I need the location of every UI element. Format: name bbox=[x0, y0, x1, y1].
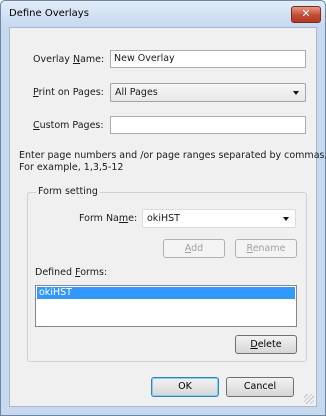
add-button[interactable]: Add bbox=[163, 239, 225, 258]
resize-grip-icon[interactable] bbox=[304, 394, 314, 404]
chevron-down-icon[interactable] bbox=[283, 217, 289, 221]
cancel-button[interactable]: Cancel bbox=[226, 377, 294, 397]
dialog-client-area: Overlay Name: New Overlay Print on Pages… bbox=[9, 27, 326, 407]
list-item[interactable]: okiHST bbox=[37, 287, 295, 299]
defined-forms-list[interactable]: okiHST bbox=[35, 285, 297, 327]
form-name-select[interactable]: okiHST bbox=[142, 209, 296, 228]
form-setting-group: Form setting Form Name: okiHST Add Renam… bbox=[27, 186, 307, 362]
delete-button[interactable]: Delete bbox=[235, 335, 297, 354]
chevron-down-icon bbox=[293, 91, 299, 95]
close-icon: ✕ bbox=[301, 7, 311, 20]
custom-pages-input[interactable] bbox=[110, 116, 306, 134]
window-title: Define Overlays bbox=[9, 8, 89, 19]
overlay-name-input[interactable]: New Overlay bbox=[110, 50, 306, 68]
defined-forms-label: Defined Forms: bbox=[35, 267, 108, 278]
custom-pages-label: Custom Pages: bbox=[33, 120, 104, 131]
ok-button[interactable]: OK bbox=[151, 377, 219, 397]
rename-button[interactable]: Rename bbox=[235, 239, 297, 258]
help-text-line-2: For example, 1,3,5-12 bbox=[19, 162, 124, 173]
form-name-value: okiHST bbox=[147, 213, 180, 224]
overlay-name-label: Overlay Name: bbox=[33, 54, 105, 65]
print-on-pages-select[interactable]: All Pages bbox=[110, 83, 306, 102]
help-text-line-1: Enter page numbers and /or page ranges s… bbox=[19, 150, 326, 161]
print-on-pages-label: Print on Pages: bbox=[33, 87, 104, 98]
form-setting-title: Form setting bbox=[36, 186, 100, 197]
print-on-pages-value: All Pages bbox=[115, 87, 158, 98]
close-button[interactable]: ✕ bbox=[291, 6, 321, 23]
form-name-label: Form Name: bbox=[79, 213, 138, 224]
title-bar[interactable]: Define Overlays ✕ bbox=[1, 1, 325, 27]
dialog-window: Define Overlays ✕ Overlay Name: New Over… bbox=[0, 0, 326, 416]
